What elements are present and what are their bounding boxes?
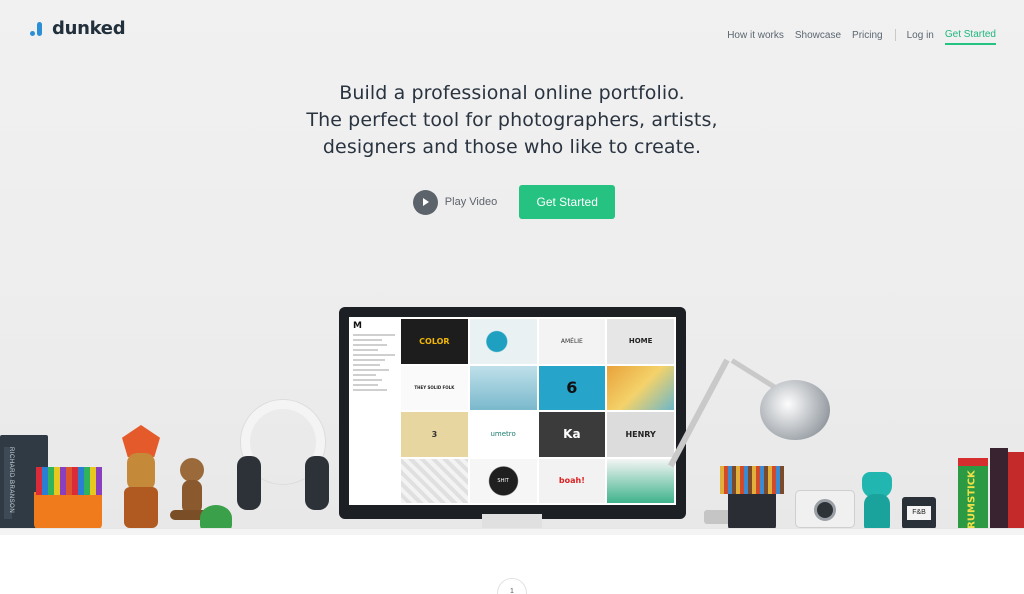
- book-dark: [1008, 452, 1024, 530]
- top-nav: How it works Showcase Pricing Log in Get…: [716, 27, 996, 45]
- tiki-figure: [118, 425, 164, 528]
- portfolio-tile: [607, 458, 674, 503]
- portfolio-tile: AMÉLIE: [538, 319, 606, 364]
- pencil-cup: [728, 492, 776, 530]
- tin-label: F&B: [907, 506, 931, 520]
- headline-line-3: designers and those who like to create.: [322, 136, 702, 158]
- portfolio-tile: 3: [401, 412, 468, 457]
- rumstick-box: RUMSTICK: [958, 458, 988, 530]
- play-video-button[interactable]: Play Video: [412, 189, 498, 215]
- monitor: M COLOR AMÉLIE HOME THEY SOLID FOLK 6 3 …: [339, 307, 686, 519]
- nav-get-started[interactable]: Get Started: [944, 29, 996, 45]
- desk-surface: [0, 528, 1024, 535]
- portfolio-tile: COLOR: [401, 319, 468, 364]
- nav-showcase[interactable]: Showcase: [795, 30, 841, 41]
- play-icon: [412, 189, 438, 215]
- markers: [36, 467, 102, 495]
- portfolio-tile: umetro: [469, 412, 537, 457]
- get-started-button[interactable]: Get Started: [519, 185, 616, 219]
- portfolio-tile: [469, 319, 537, 364]
- portfolio-tile: SHIT: [469, 458, 537, 503]
- box-label: RUMSTICK: [966, 470, 978, 529]
- portfolio-tile: HOME: [607, 319, 674, 364]
- monitor-screen: M COLOR AMÉLIE HOME THEY SOLID FOLK 6 3 …: [349, 317, 676, 505]
- bulldog-figure: [856, 472, 898, 530]
- camera: [795, 490, 855, 528]
- hero-headline: Build a professional online portfolio. T…: [0, 80, 1024, 161]
- nav-pricing[interactable]: Pricing: [852, 30, 883, 41]
- headline-line-2: The perfect tool for photographers, arti…: [306, 109, 718, 131]
- scroll-indicator[interactable]: 1: [497, 578, 527, 594]
- pen-cup: [34, 492, 102, 530]
- portfolio-grid: COLOR AMÉLIE HOME THEY SOLID FOLK 6 3 um…: [399, 317, 676, 505]
- scroll-indicator-label: 1: [510, 588, 514, 594]
- portfolio-tile: HENRY: [607, 412, 674, 457]
- logo-text: dunked: [52, 18, 126, 39]
- portfolio-tile: boah!: [538, 458, 606, 503]
- portfolio-tile: Ka: [538, 412, 606, 457]
- nav-divider: [894, 29, 896, 41]
- screen-sidebar: M: [349, 317, 399, 505]
- portfolio-tile: THEY SOLID FOLK: [401, 365, 468, 410]
- book-spine-label: RICHARD BRANSON: [8, 447, 14, 514]
- nav-how-it-works[interactable]: How it works: [727, 30, 784, 41]
- portfolio-tile: [469, 365, 537, 410]
- paint-tin: F&B: [902, 497, 936, 529]
- pencils: [720, 466, 784, 494]
- portfolio-tile: [607, 365, 674, 410]
- monitor-stand: [482, 514, 542, 529]
- portfolio-tile: 6: [538, 365, 606, 410]
- screen-logo: M: [353, 321, 362, 331]
- nav-login[interactable]: Log in: [907, 30, 934, 41]
- logo[interactable]: dunked: [30, 18, 126, 39]
- book-red: [990, 448, 1008, 530]
- logo-icon: [30, 20, 44, 38]
- hero-actions: Play Video Get Started: [0, 185, 1024, 219]
- headphones: [235, 400, 331, 528]
- hero-section: dunked How it works Showcase Pricing Log…: [0, 0, 1024, 535]
- play-video-label: Play Video: [444, 196, 498, 208]
- portfolio-tile: [401, 458, 468, 503]
- headline-line-1: Build a professional online portfolio.: [339, 82, 685, 104]
